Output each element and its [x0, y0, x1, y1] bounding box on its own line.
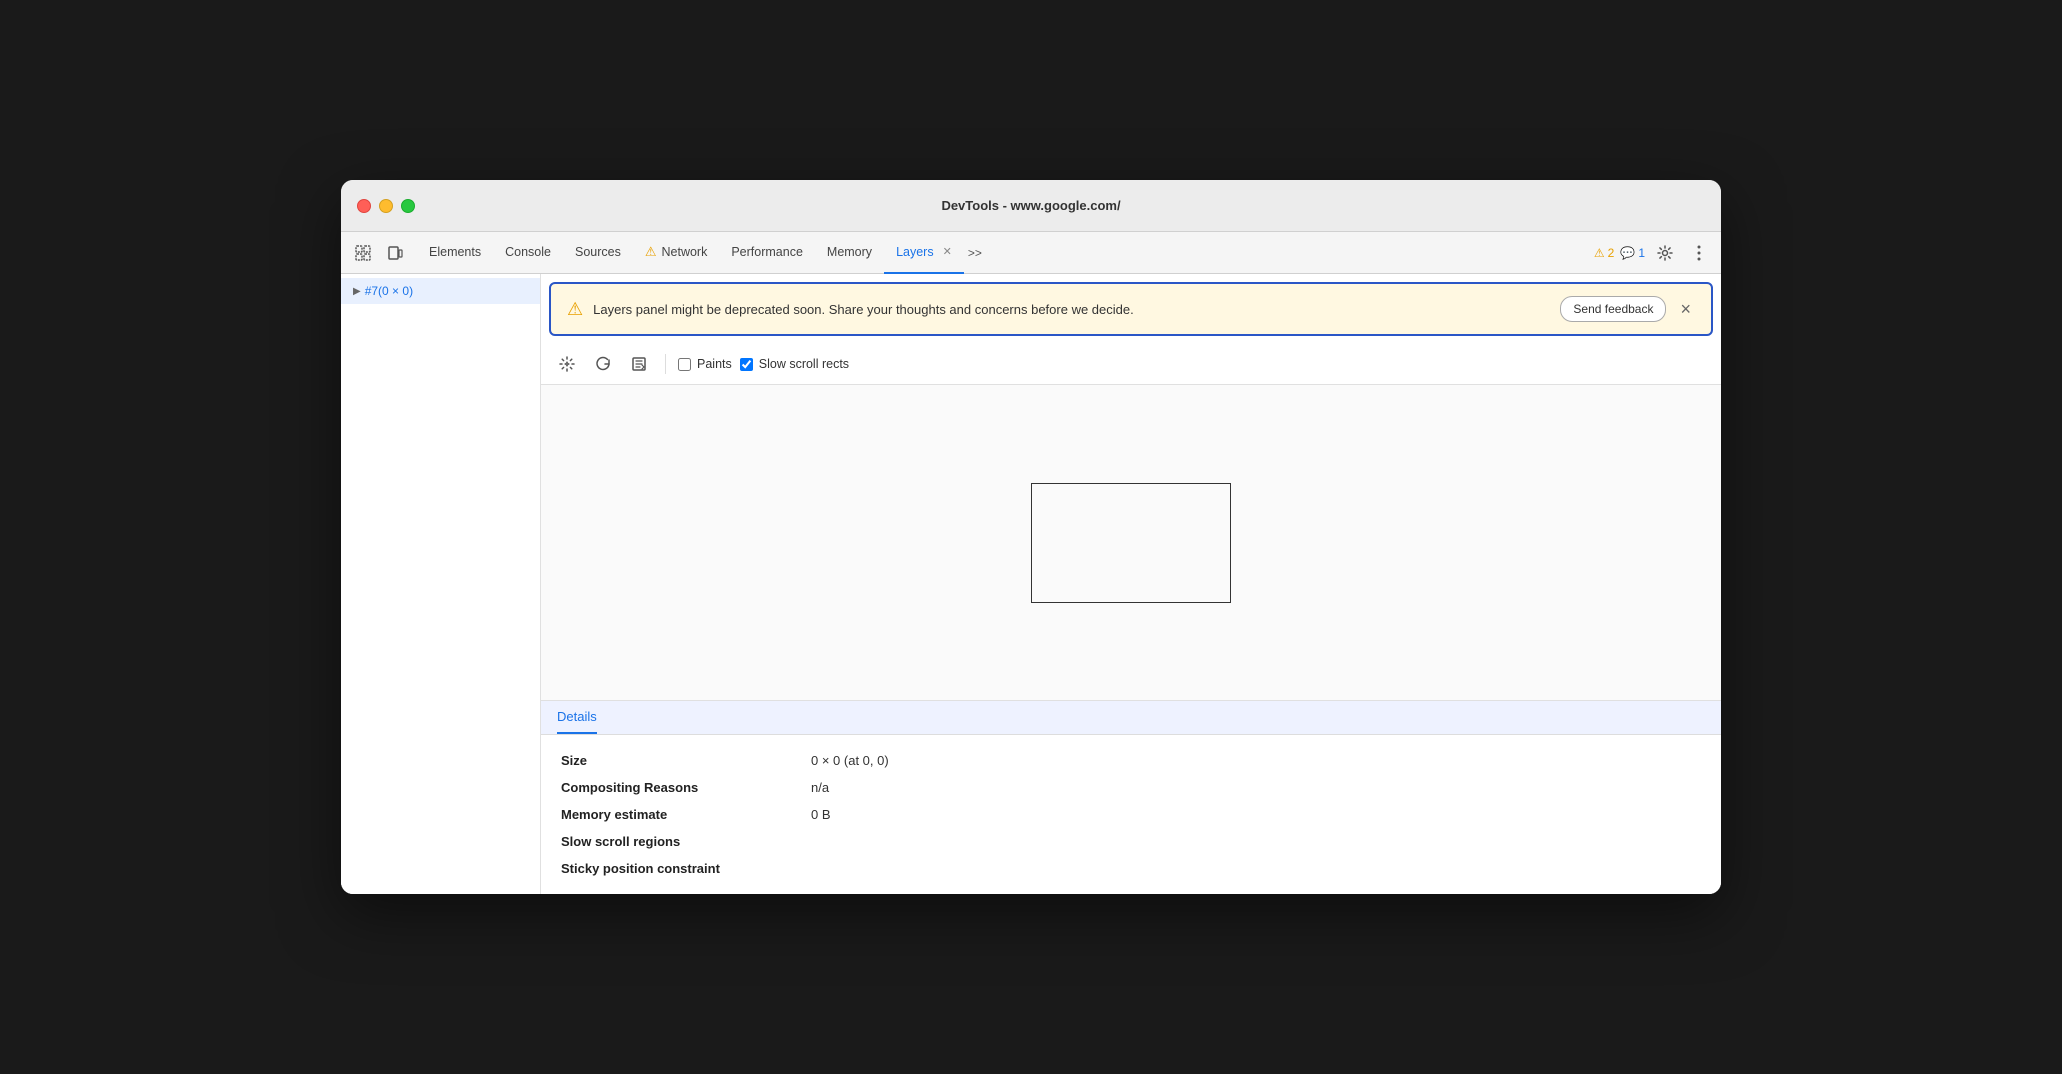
close-button[interactable]: [357, 199, 371, 213]
paints-checkbox-label[interactable]: Paints: [678, 357, 732, 371]
warning-message: Layers panel might be deprecated soon. S…: [593, 302, 1550, 317]
tab-bar: Elements Console Sources ⚠ Network Perfo…: [341, 232, 1721, 274]
memory-label: Memory estimate: [561, 807, 811, 822]
slow-scroll-checkbox-label[interactable]: Slow scroll rects: [740, 357, 849, 371]
slow-scroll-label: Slow scroll regions: [561, 834, 811, 849]
warning-triangle-icon: ⚠: [567, 299, 583, 320]
details-tab-bar: Details: [541, 701, 1721, 735]
traffic-lights: [357, 199, 415, 213]
window-title: DevTools - www.google.com/: [941, 198, 1120, 213]
layers-tab-close[interactable]: ✕: [943, 245, 952, 258]
more-options-button[interactable]: [1685, 239, 1713, 267]
tab-console[interactable]: Console: [493, 232, 563, 274]
warning-triangle-icon: ⚠: [1594, 246, 1605, 260]
slow-scroll-checkbox[interactable]: [740, 358, 753, 371]
table-row: Memory estimate 0 B: [561, 801, 1701, 828]
maximize-button[interactable]: [401, 199, 415, 213]
details-table: Size 0 × 0 (at 0, 0) Compositing Reasons…: [541, 735, 1721, 894]
tab-layers[interactable]: Layers ✕: [884, 232, 964, 274]
paints-checkbox[interactable]: [678, 358, 691, 371]
compositing-value: n/a: [811, 780, 829, 795]
tab-bar-right: ⚠ 2 💬 1: [1594, 239, 1713, 267]
devtools-window: DevTools - www.google.com/ Elements: [341, 180, 1721, 894]
rotate-tool-button[interactable]: [589, 350, 617, 378]
table-row: Size 0 × 0 (at 0, 0): [561, 747, 1701, 774]
toolbar-separator: [665, 354, 666, 374]
layer-rectangle: [1031, 483, 1231, 603]
memory-value: 0 B: [811, 807, 831, 822]
layer-toolbar: Paints Slow scroll rects: [541, 344, 1721, 385]
tab-performance[interactable]: Performance: [719, 232, 815, 274]
warning-badge[interactable]: ⚠ 2: [1594, 246, 1614, 260]
tab-network[interactable]: ⚠ Network: [633, 232, 720, 274]
network-warning-icon: ⚠: [645, 244, 657, 260]
device-toolbar-icon[interactable]: [381, 239, 409, 267]
table-row: Compositing Reasons n/a: [561, 774, 1701, 801]
size-label: Size: [561, 753, 811, 768]
minimize-button[interactable]: [379, 199, 393, 213]
warning-banner: ⚠ Layers panel might be deprecated soon.…: [549, 282, 1713, 336]
sidebar: ▶ #7(0 × 0): [341, 274, 541, 894]
details-section: Details Size 0 × 0 (at 0, 0) Compositing…: [541, 701, 1721, 894]
tab-bar-icons: [349, 239, 409, 267]
sidebar-item-label: #7(0 × 0): [365, 284, 413, 298]
pan-tool-button[interactable]: [553, 350, 581, 378]
title-bar: DevTools - www.google.com/: [341, 180, 1721, 232]
sticky-label: Sticky position constraint: [561, 861, 811, 876]
more-tabs-button[interactable]: >>: [964, 239, 986, 267]
table-row: Slow scroll regions: [561, 828, 1701, 855]
arrow-icon: ▶: [353, 286, 361, 297]
close-banner-button[interactable]: ×: [1676, 300, 1695, 318]
inspect-element-icon[interactable]: [349, 239, 377, 267]
reset-zoom-button[interactable]: [625, 350, 653, 378]
send-feedback-button[interactable]: Send feedback: [1560, 296, 1666, 322]
compositing-label: Compositing Reasons: [561, 780, 811, 795]
tab-details[interactable]: Details: [557, 701, 597, 734]
tab-sources[interactable]: Sources: [563, 232, 633, 274]
layer-view: [541, 385, 1721, 701]
table-row: Sticky position constraint: [561, 855, 1701, 882]
settings-button[interactable]: [1651, 239, 1679, 267]
size-value: 0 × 0 (at 0, 0): [811, 753, 889, 768]
panel-area: ⚠ Layers panel might be deprecated soon.…: [541, 274, 1721, 894]
tab-elements[interactable]: Elements: [417, 232, 493, 274]
main-content: ▶ #7(0 × 0) ⚠ Layers panel might be depr…: [341, 274, 1721, 894]
info-icon: 💬: [1620, 246, 1635, 260]
info-badge[interactable]: 💬 1: [1620, 246, 1645, 260]
tab-memory[interactable]: Memory: [815, 232, 884, 274]
sidebar-item-layer[interactable]: ▶ #7(0 × 0): [341, 278, 540, 304]
